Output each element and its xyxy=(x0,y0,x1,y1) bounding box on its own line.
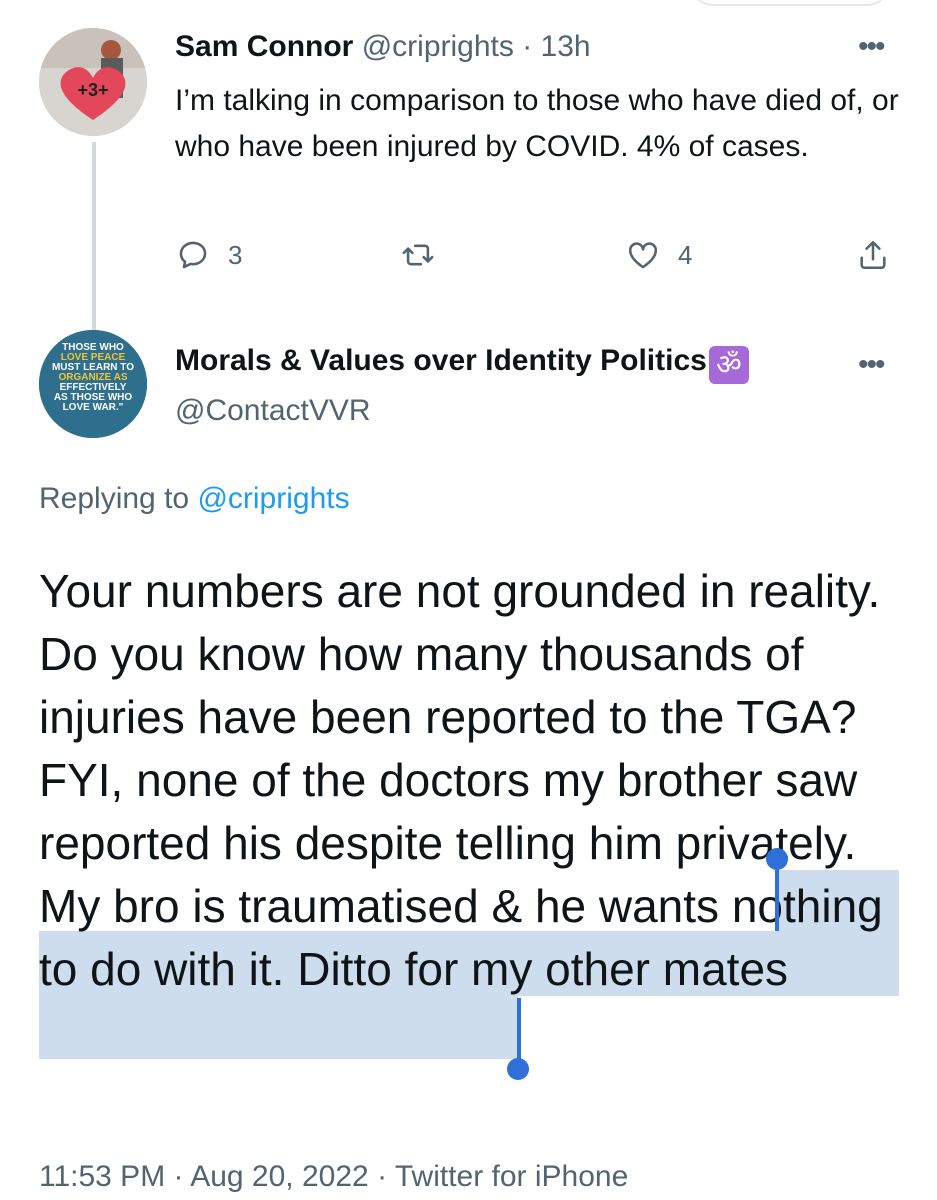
tweet2-handle-row: @ContactVVR xyxy=(175,394,371,428)
tweet2-time[interactable]: 11:53 PM xyxy=(39,1160,165,1193)
meta-separator: · xyxy=(377,1160,388,1193)
avatar-line-7: LOVE WAR." xyxy=(63,402,124,413)
tweet2-handle[interactable]: @ContactVVR xyxy=(175,394,371,427)
avatar-contactvvr[interactable]: THOSE WHO LOVE PEACE MUST LEARN TO ORGAN… xyxy=(39,330,147,438)
text-selection-highlight xyxy=(39,996,518,1059)
tweet2-text-after: Ditto for my other mates xyxy=(284,943,789,995)
replying-to-label: Replying to xyxy=(39,482,190,515)
tweet1-header: Sam Connor @criprights · 13h xyxy=(175,30,591,64)
tweet2-author-row: Morals & Values over Identity Politics ॐ xyxy=(175,344,749,384)
heart-icon xyxy=(628,242,658,269)
tweet1-separator: · xyxy=(522,30,533,63)
selection-end-caret xyxy=(517,998,521,1066)
retweet-button[interactable] xyxy=(401,238,453,272)
share-icon xyxy=(860,240,886,270)
tweet2-more-icon[interactable]: ••• xyxy=(858,348,885,382)
tweet2-meta: 11:53 PM · Aug 20, 2022 · Twitter for iP… xyxy=(39,1160,628,1194)
top-button-edge[interactable] xyxy=(690,0,890,6)
like-button[interactable]: 4 xyxy=(626,238,692,272)
meta-separator: · xyxy=(173,1160,184,1193)
tweet1-text: I’m talking in comparison to those who h… xyxy=(175,84,899,163)
tweet2-author-name[interactable]: Morals & Values over Identity Politics xyxy=(175,344,707,377)
tweet2-text-before: Your numbers are not grounded in reality… xyxy=(39,565,881,869)
avatar-sam-connor[interactable]: +3+ xyxy=(39,28,147,136)
like-count: 4 xyxy=(678,239,693,270)
tweet2-source[interactable]: Twitter for iPhone xyxy=(395,1160,628,1193)
tweet1-author-name[interactable]: Sam Connor xyxy=(175,30,353,63)
selection-end-handle[interactable] xyxy=(507,1058,529,1080)
retweet-icon xyxy=(402,244,434,266)
reply-button[interactable]: 3 xyxy=(176,238,242,272)
avatar-heart-text: +3+ xyxy=(77,80,108,100)
reply-count: 3 xyxy=(228,239,243,270)
tweet2-text: Your numbers are not grounded in reality… xyxy=(39,560,909,1001)
om-emoji-icon: ॐ xyxy=(708,346,749,384)
tweet1-more-icon[interactable]: ••• xyxy=(858,30,885,64)
tweet2-date[interactable]: Aug 20, 2022 xyxy=(190,1160,369,1193)
replying-to: Replying to @criprights xyxy=(39,482,350,516)
tweet1-handle[interactable]: @criprights xyxy=(362,30,514,63)
share-button[interactable] xyxy=(856,238,890,272)
reply-icon xyxy=(179,241,207,269)
tweet1-actions: 3 4 xyxy=(0,238,937,288)
avatar-quote-image: THOSE WHO LOVE PEACE MUST LEARN TO ORGAN… xyxy=(39,330,147,438)
selection-start-caret xyxy=(775,858,779,931)
avatar-image: +3+ xyxy=(39,28,147,136)
tweet1-time[interactable]: 13h xyxy=(541,30,591,63)
replying-to-handle-link[interactable]: @criprights xyxy=(197,482,349,515)
